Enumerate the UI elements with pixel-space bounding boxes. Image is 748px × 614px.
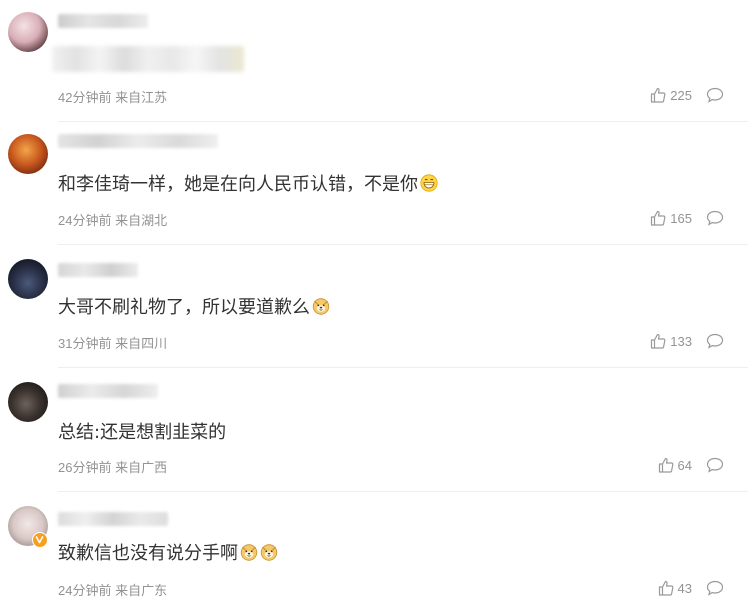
username[interactable] — [58, 263, 138, 277]
like-button[interactable]: 133 — [650, 333, 692, 349]
doge-emoji — [312, 298, 330, 315]
thumbs-up-icon — [651, 87, 666, 103]
avatar[interactable] — [8, 259, 48, 299]
like-count: 225 — [670, 87, 692, 103]
comment-location: 来自广东 — [115, 583, 168, 598]
comment-meta: 42分钟前 来自江苏 — [58, 87, 167, 106]
thumbs-up-icon — [651, 333, 666, 349]
comment-time: 26分钟前 — [58, 460, 112, 475]
comment-item: 42分钟前 来自江苏 225 — [0, 0, 748, 122]
comment-bubble-icon[interactable] — [706, 210, 724, 226]
comment-time: 24分钟前 — [58, 213, 112, 228]
comment-item: 致歉信也没有说分手啊 24分钟前 来自广东 43 — [0, 492, 748, 614]
comment-location: 来自广西 — [115, 460, 168, 475]
like-count: 64 — [677, 457, 692, 473]
comment-time: 31分钟前 — [58, 336, 112, 351]
comment-text: 大哥不刷礼物了，所以要道歉么 — [58, 295, 330, 321]
username[interactable] — [58, 14, 148, 28]
comment-meta: 24分钟前 来自广东 — [58, 580, 167, 599]
thumbs-up-icon — [658, 457, 673, 473]
username[interactable] — [58, 134, 218, 148]
grin-emoji — [420, 174, 438, 192]
comment-location: 来自湖北 — [115, 213, 168, 228]
comment-meta: 26分钟前 来自广西 — [58, 457, 167, 476]
comment-bubble-icon[interactable] — [706, 580, 724, 596]
avatar[interactable] — [8, 382, 48, 422]
comment-location: 来自江苏 — [115, 90, 168, 105]
avatar[interactable] — [8, 12, 48, 52]
like-count: 43 — [677, 580, 692, 596]
username[interactable] — [58, 384, 158, 398]
comment-bubble-icon[interactable] — [706, 457, 724, 473]
verified-badge-icon — [32, 532, 48, 548]
comment-bubble-icon[interactable] — [706, 333, 724, 349]
comment-text — [52, 46, 244, 72]
like-button[interactable]: 225 — [650, 87, 692, 103]
comment-location: 来自四川 — [115, 336, 168, 351]
like-button[interactable]: 43 — [658, 580, 692, 596]
comment-time: 42分钟前 — [58, 90, 112, 105]
comment-text: 总结:还是想割韭菜的 — [58, 422, 227, 443]
comment-time: 24分钟前 — [58, 583, 112, 598]
comment-bubble-icon[interactable] — [706, 87, 724, 103]
thumbs-up-icon — [658, 580, 673, 596]
comment-meta: 31分钟前 来自四川 — [58, 333, 167, 352]
like-count: 165 — [670, 210, 692, 226]
like-count: 133 — [670, 333, 692, 349]
like-button[interactable]: 64 — [658, 457, 692, 473]
comment-item: 大哥不刷礼物了，所以要道歉么 31分钟前 来自四川 133 — [0, 245, 748, 368]
doge-emoji — [260, 544, 278, 561]
like-button[interactable]: 165 — [650, 210, 692, 226]
doge-emoji — [240, 544, 258, 561]
thumbs-up-icon — [651, 210, 666, 226]
avatar[interactable] — [8, 134, 48, 174]
username[interactable] — [58, 512, 168, 526]
comment-item: 总结:还是想割韭菜的 26分钟前 来自广西 64 — [0, 368, 748, 492]
comment-text: 致歉信也没有说分手啊 — [58, 541, 278, 567]
comment-meta: 24分钟前 来自湖北 — [58, 210, 167, 229]
comment-text: 和李佳琦一样，她是在向人民币认错，不是你 — [58, 172, 438, 198]
comment-item: 和李佳琦一样，她是在向人民币认错，不是你 24分钟前 来自湖北 165 — [0, 122, 748, 245]
